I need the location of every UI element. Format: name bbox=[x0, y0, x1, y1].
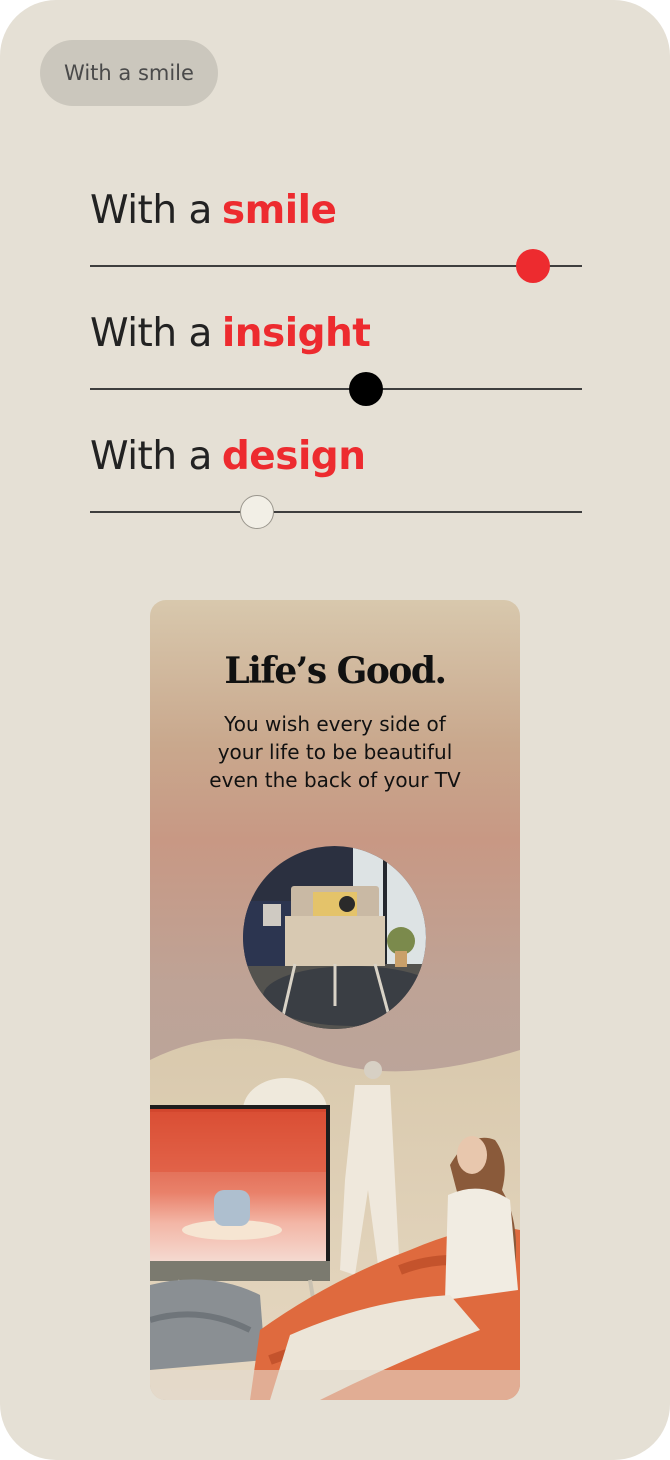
slider-row-insight: With a insight bbox=[90, 311, 582, 411]
slider-label-insight: With a insight bbox=[90, 311, 371, 356]
with-a-smile-chip[interactable]: With a smile bbox=[40, 40, 218, 106]
slider-knob-design[interactable] bbox=[240, 495, 275, 529]
living-room-illustration bbox=[150, 1038, 520, 1400]
slider-highlight: smile bbox=[221, 188, 337, 233]
slider-knob-smile[interactable] bbox=[515, 249, 550, 283]
slider-row-smile: With a smile bbox=[90, 188, 582, 288]
slider-label-smile: With a smile bbox=[90, 188, 337, 233]
lg-ad-card[interactable]: Life’s Good. You wish every side of your… bbox=[150, 600, 520, 1400]
slider-prefix: With a bbox=[90, 434, 212, 479]
slider-highlight: design bbox=[221, 434, 366, 479]
slider-knob-insight[interactable] bbox=[348, 372, 383, 406]
slider-highlight: insight bbox=[221, 311, 371, 356]
tv-back-photo bbox=[243, 846, 426, 1029]
brand-logo: Life’s Good. bbox=[224, 650, 447, 692]
tagline-line: even the back of your TV bbox=[209, 768, 461, 792]
screen: With a smile With a smile With a insight W… bbox=[0, 0, 670, 1460]
slider-track-design[interactable] bbox=[90, 511, 582, 513]
tagline-line: You wish every side of bbox=[224, 712, 446, 736]
chip-label: With a smile bbox=[64, 61, 194, 85]
slider-prefix: With a bbox=[90, 188, 212, 233]
slider-row-design: With a design bbox=[90, 434, 582, 534]
slider-prefix: With a bbox=[90, 311, 212, 356]
living-room-scene bbox=[150, 1030, 520, 1400]
slider-track-insight[interactable] bbox=[90, 388, 582, 390]
tagline-line: your life to be beautiful bbox=[217, 740, 453, 764]
ad-tagline: You wish every side of your life to be b… bbox=[190, 710, 480, 794]
slider-label-design: With a design bbox=[90, 434, 366, 479]
tv-back-illustration bbox=[243, 846, 426, 1029]
slider-track-smile[interactable] bbox=[90, 265, 582, 267]
